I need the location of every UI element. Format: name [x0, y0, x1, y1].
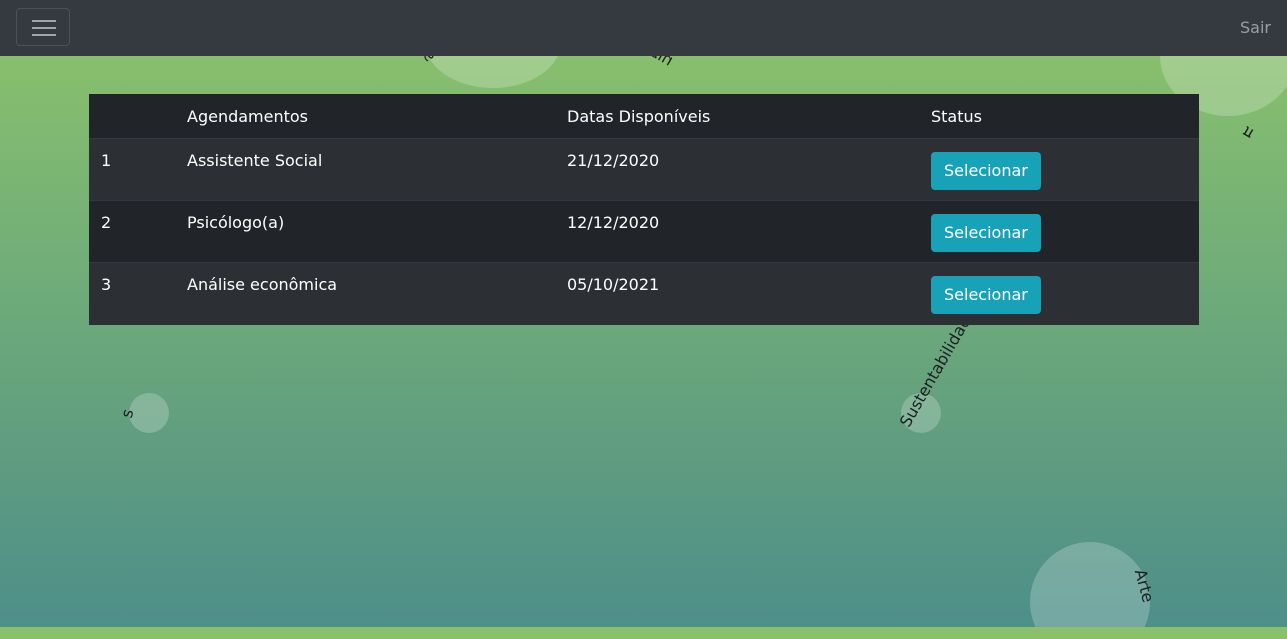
row-number: 2 — [89, 200, 175, 263]
column-header-number — [89, 94, 175, 139]
available-date: 12/12/2020 — [555, 200, 919, 263]
footer-strip — [0, 627, 1287, 639]
logout-link[interactable]: Sair — [1240, 18, 1271, 37]
appointments-table: Agendamentos Datas Disponíveis Status 1 … — [89, 94, 1199, 325]
floating-word: π — [1238, 122, 1257, 144]
available-date: 21/12/2020 — [555, 138, 919, 201]
column-header-appointments: Agendamentos — [175, 94, 555, 139]
appointment-type: Análise econômica — [175, 262, 555, 325]
navbar-toggler-button[interactable] — [16, 8, 70, 46]
floating-word: nizade — [622, 56, 677, 70]
select-button[interactable]: Selecionar — [931, 276, 1041, 314]
column-header-dates: Datas Disponíveis — [555, 94, 919, 139]
status-cell: Selecionar — [919, 138, 1199, 201]
status-cell: Selecionar — [919, 200, 1199, 263]
table-row: 1 Assistente Social 21/12/2020 Seleciona… — [89, 138, 1199, 201]
select-button[interactable]: Selecionar — [931, 152, 1041, 190]
top-navbar: Sair — [0, 0, 1287, 56]
table-header: Agendamentos Datas Disponíveis Status — [89, 94, 1199, 139]
column-header-status: Status — [919, 94, 1199, 139]
decorative-bubble — [425, 56, 561, 88]
status-cell: Selecionar — [919, 262, 1199, 325]
appointment-type: Psicólogo(a) — [175, 200, 555, 263]
appointment-type: Assistente Social — [175, 138, 555, 201]
row-number: 3 — [89, 262, 175, 325]
table-row: 3 Análise econômica 05/10/2021 Seleciona… — [89, 262, 1199, 325]
row-number: 1 — [89, 138, 175, 201]
available-date: 05/10/2021 — [555, 262, 919, 325]
select-button[interactable]: Selecionar — [931, 214, 1041, 252]
table-row: 2 Psicólogo(a) 12/12/2020 Selecionar — [89, 200, 1199, 263]
decorative-bubble — [1030, 542, 1150, 627]
